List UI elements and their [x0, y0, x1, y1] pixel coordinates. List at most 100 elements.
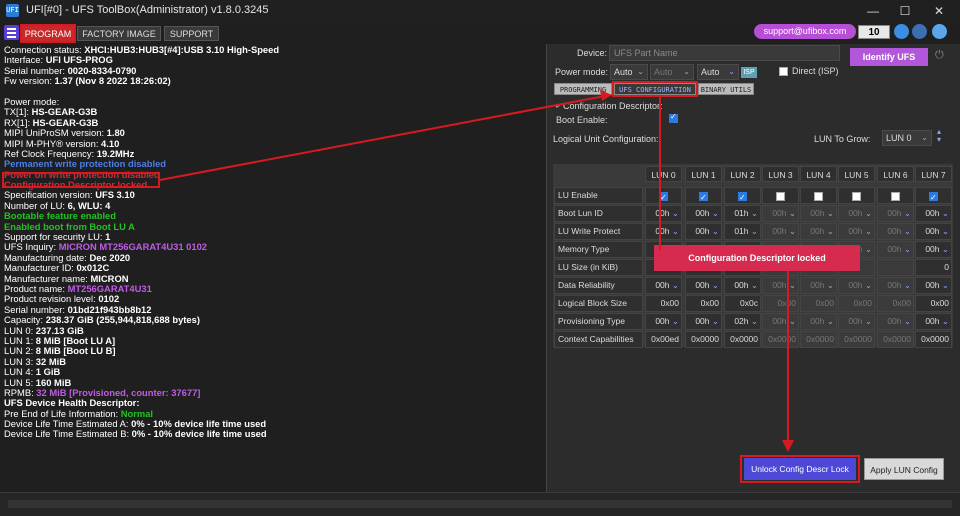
lun-cell[interactable]: 00h ⌄: [838, 223, 875, 240]
lun-cell[interactable]: 00h ⌄: [762, 205, 799, 222]
lu-enable-checkbox[interactable]: [738, 190, 747, 203]
lun-cell[interactable]: 02h ⌄: [724, 313, 761, 330]
lun-cell[interactable]: [877, 259, 914, 276]
support-email-link[interactable]: support@ufibox.com: [754, 24, 856, 39]
microphone-icon[interactable]: [912, 24, 927, 39]
lun-cell[interactable]: 00h ⌄: [724, 277, 761, 294]
lun-cell[interactable]: 0x00: [915, 295, 952, 312]
lun-cell[interactable]: [724, 187, 761, 204]
device-input[interactable]: UFS Part Name: [609, 45, 840, 61]
apply-lun-config-button[interactable]: Apply LUN Config: [864, 458, 944, 480]
lun-cell[interactable]: 00h ⌄: [685, 223, 722, 240]
lun-cell[interactable]: 00h ⌄: [838, 205, 875, 222]
direct-isp-checkbox[interactable]: [779, 67, 788, 76]
lu-enable-checkbox[interactable]: [699, 190, 708, 203]
subtab-programming[interactable]: PROGRAMMING: [554, 83, 612, 95]
lun-cell[interactable]: 0x00: [877, 295, 914, 312]
lun-cell[interactable]: 00h ⌄: [800, 313, 837, 330]
power-icon[interactable]: ⏻: [935, 49, 944, 62]
lun-cell[interactable]: 00h ⌄: [915, 313, 952, 330]
lun-cell[interactable]: 0x00: [838, 295, 875, 312]
lun-cell[interactable]: 00h ⌄: [915, 223, 952, 240]
lu-enable-checkbox[interactable]: [891, 192, 900, 201]
column-header-lun-7: LUN 7: [915, 166, 952, 182]
log-line-value: HS-GEAR-G3B: [31, 106, 98, 118]
lun-cell[interactable]: 00h ⌄: [838, 277, 875, 294]
lun-cell[interactable]: 00h ⌄: [877, 313, 914, 330]
lun-cell[interactable]: 00h ⌄: [762, 313, 799, 330]
subtab-binary-utils[interactable]: BINARY UTILS: [698, 83, 754, 95]
lun-cell[interactable]: [877, 187, 914, 204]
lun-cell[interactable]: 00h ⌄: [762, 223, 799, 240]
lun-cell[interactable]: 0x0000: [685, 331, 722, 348]
lun-cell[interactable]: 01h ⌄: [724, 223, 761, 240]
lu-enable-checkbox[interactable]: [852, 192, 861, 201]
lun-cell[interactable]: [915, 187, 952, 204]
lun-cell[interactable]: 00h ⌄: [645, 277, 682, 294]
identify-ufs-button[interactable]: Identify UFS: [850, 48, 928, 66]
close-button[interactable]: ✕: [924, 2, 954, 20]
lun-cell[interactable]: 0x00: [762, 295, 799, 312]
lun-cell[interactable]: 00h ⌄: [877, 241, 914, 258]
lun-cell[interactable]: 0x0000: [762, 331, 799, 348]
log-line-value: 0102: [98, 293, 120, 305]
lun-cell[interactable]: [685, 187, 722, 204]
lun-cell[interactable]: 00h ⌄: [645, 205, 682, 222]
lun-cell-value: 00h: [772, 208, 787, 218]
power-mode-select-1[interactable]: Auto ⌄: [610, 64, 648, 80]
lun-cell[interactable]: 00h ⌄: [762, 277, 799, 294]
lun-cell[interactable]: 0x0000: [877, 331, 914, 348]
power-mode-select-3[interactable]: Auto ⌄: [697, 64, 739, 80]
lu-enable-checkbox[interactable]: [929, 190, 938, 203]
spin-icon[interactable]: ▴ ▾: [937, 128, 941, 144]
lun-cell[interactable]: 0x0000: [800, 331, 837, 348]
lun-cell[interactable]: 0x00: [800, 295, 837, 312]
lun-cell[interactable]: [838, 187, 875, 204]
lun-cell[interactable]: 0x0c: [724, 295, 761, 312]
lun-cell[interactable]: 01h ⌄: [724, 205, 761, 222]
tab-factory-image[interactable]: FACTORY IMAGE: [77, 26, 161, 41]
boot-enable-checkbox[interactable]: [669, 112, 678, 123]
lun-cell[interactable]: 0x0000: [724, 331, 761, 348]
lun-cell[interactable]: 00h ⌄: [915, 205, 952, 222]
lun-cell[interactable]: 00h ⌄: [685, 205, 722, 222]
lun-to-grow-select[interactable]: LUN 0 ⌄: [882, 130, 932, 146]
tab-support[interactable]: SUPPORT: [164, 26, 219, 41]
lun-cell[interactable]: 00h ⌄: [838, 313, 875, 330]
menu-icon[interactable]: [4, 25, 19, 40]
lun-cell[interactable]: [762, 187, 799, 204]
lun-cell[interactable]: 0x0000: [838, 331, 875, 348]
lun-cell[interactable]: 0x0000: [915, 331, 952, 348]
log-line-value: 0x012C: [76, 262, 110, 274]
lun-cell[interactable]: 00h ⌄: [877, 223, 914, 240]
lun-cell[interactable]: 00h ⌄: [800, 277, 837, 294]
lun-cell[interactable]: 00h ⌄: [685, 277, 722, 294]
lu-enable-checkbox[interactable]: [814, 192, 823, 201]
lun-cell[interactable]: [800, 187, 837, 204]
lu-enable-checkbox[interactable]: [776, 192, 785, 201]
lun-cell[interactable]: 00h ⌄: [877, 205, 914, 222]
lun-cell[interactable]: 00h ⌄: [800, 223, 837, 240]
lun-cell[interactable]: 0x00: [645, 295, 682, 312]
log-line-label: Specification version:: [4, 189, 96, 201]
settings-icon[interactable]: [932, 24, 947, 39]
lun-cell[interactable]: 0x00: [685, 295, 722, 312]
lun-cell[interactable]: 00h ⌄: [800, 205, 837, 222]
lun-cell[interactable]: 00h ⌄: [685, 313, 722, 330]
expand-icon[interactable]: ▸: [556, 101, 560, 110]
row-label: Boot Lun ID: [554, 205, 643, 222]
lun-cell[interactable]: 00h ⌄: [645, 313, 682, 330]
download-icon[interactable]: [894, 24, 909, 39]
lun-cell[interactable]: 00h ⌄: [915, 277, 952, 294]
maximize-button[interactable]: ☐: [890, 2, 920, 20]
lun-cell[interactable]: 00h ⌄: [915, 241, 952, 258]
lun-cell[interactable]: 0: [915, 259, 952, 276]
lu-enable-checkbox[interactable]: [659, 190, 668, 203]
lun-cell[interactable]: 00h ⌄: [877, 277, 914, 294]
lun-cell[interactable]: [645, 187, 682, 204]
minimize-button[interactable]: —: [858, 2, 888, 20]
lun-cell[interactable]: 00h ⌄: [645, 223, 682, 240]
power-mode-select-2[interactable]: Auto ⌄: [650, 64, 694, 80]
chevron-down-icon: ⌄: [862, 244, 872, 254]
lun-cell[interactable]: 0x00ed: [645, 331, 682, 348]
